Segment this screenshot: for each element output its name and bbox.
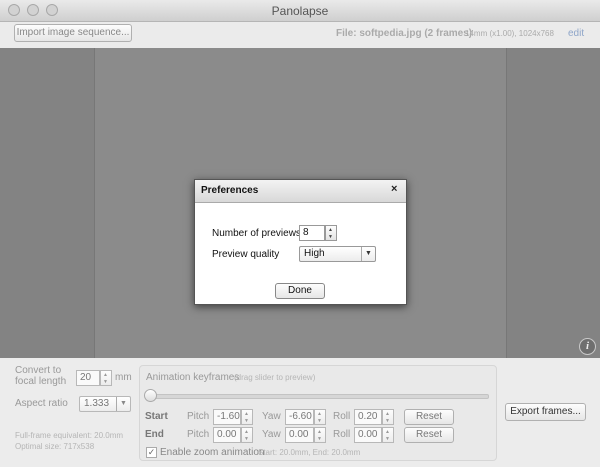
start-label: Start: [145, 411, 168, 422]
num-previews-field[interactable]: 8: [299, 225, 325, 241]
toolbar: Import image sequence... File: softpedia…: [0, 22, 600, 48]
preview-right-margin: [506, 48, 600, 358]
settings-panel: Convert to focal length 20 ▲ ▼ mm Aspect …: [0, 358, 600, 467]
keyframe-slider-track[interactable]: [149, 394, 489, 399]
stepper-arrows-icon[interactable]: ▲ ▼: [100, 370, 112, 386]
stepper-arrows-icon[interactable]: ▲ ▼: [314, 409, 326, 425]
stepper-arrows-icon[interactable]: ▲ ▼: [241, 427, 253, 443]
keyframe-slider-handle[interactable]: [144, 389, 157, 402]
start-roll-field[interactable]: 0.20: [354, 409, 382, 425]
chevron-down-icon: ▼: [116, 397, 130, 411]
zoom-info: Start: 20.0mm, End: 20.0mm: [258, 448, 361, 457]
end-pitch-field[interactable]: 0.00: [213, 427, 241, 443]
zoom-animation-checkbox[interactable]: ✓: [146, 447, 157, 458]
animation-keyframes-panel: Animation keyframes (drag slider to prev…: [139, 365, 497, 461]
end-pitch-label: Pitch: [187, 429, 210, 440]
convert-label-line1: Convert to: [15, 365, 62, 376]
import-sequence-button[interactable]: Import image sequence...: [14, 24, 132, 42]
end-yaw-field[interactable]: 0.00: [285, 427, 314, 443]
close-icon[interactable]: ×: [391, 183, 397, 195]
stepper-arrows-icon[interactable]: ▲ ▼: [314, 427, 326, 443]
focal-unit-label: mm: [115, 372, 132, 383]
edit-link[interactable]: edit: [568, 28, 584, 39]
preview-quality-select[interactable]: High ▼: [299, 246, 376, 262]
info-icon[interactable]: i: [579, 338, 596, 355]
end-reset-button[interactable]: Reset: [404, 427, 454, 443]
zoom-animation-label: Enable zoom animation: [160, 447, 265, 458]
stepper-arrows-icon[interactable]: ▲ ▼: [325, 225, 337, 241]
animation-hint: (drag slider to preview): [234, 373, 316, 382]
dialog-header: Preferences ×: [195, 180, 406, 203]
dialog-title: Preferences: [201, 185, 259, 196]
focal-length-field[interactable]: 20: [76, 370, 100, 386]
start-pitch-field[interactable]: -1.60: [213, 409, 241, 425]
stepper-arrows-icon[interactable]: ▲ ▼: [241, 409, 253, 425]
preview-left-margin: [0, 48, 95, 358]
done-button[interactable]: Done: [275, 283, 325, 299]
convert-label-line2: focal length: [15, 376, 67, 387]
fullframe-equivalent: Full-frame equivalent: 20.0mm: [15, 431, 124, 440]
start-yaw-field[interactable]: -6.60: [285, 409, 314, 425]
animation-title: Animation keyframes: [146, 372, 240, 383]
end-label: End: [145, 429, 164, 440]
aspect-ratio-select[interactable]: 1.333 ▼: [79, 396, 131, 412]
end-yaw-label: Yaw: [262, 429, 281, 440]
end-roll-label: Roll: [333, 429, 351, 440]
end-roll-field[interactable]: 0.00: [354, 427, 382, 443]
stepper-arrows-icon[interactable]: ▲ ▼: [382, 409, 394, 425]
export-frames-button[interactable]: Export frames...: [505, 403, 586, 421]
optimal-size: Optimal size: 717x538: [15, 442, 95, 451]
start-pitch-label: Pitch: [187, 411, 210, 422]
file-info: File: softpedia.jpg (2 frames): [336, 28, 473, 39]
start-roll-label: Roll: [333, 411, 351, 422]
preferences-dialog: Preferences × Number of previews 8 ▲ ▼ Pr…: [194, 179, 407, 305]
stepper-arrows-icon[interactable]: ▲ ▼: [382, 427, 394, 443]
num-previews-label: Number of previews: [212, 228, 301, 239]
chevron-down-icon: ▼: [361, 247, 375, 261]
aspect-ratio-value: 1.333: [84, 398, 110, 409]
preview-quality-value: High: [304, 248, 325, 259]
start-yaw-label: Yaw: [262, 411, 281, 422]
app-window: Panolapse Import image sequence... File:…: [0, 0, 600, 467]
preview-quality-label: Preview quality: [212, 249, 280, 260]
window-title: Panolapse: [271, 4, 329, 18]
file-meta: 14mm (x1.00), 1024x768: [465, 29, 554, 38]
start-reset-button[interactable]: Reset: [404, 409, 454, 425]
aspect-ratio-label: Aspect ratio: [15, 398, 68, 409]
title-bar: Panolapse: [0, 0, 600, 22]
